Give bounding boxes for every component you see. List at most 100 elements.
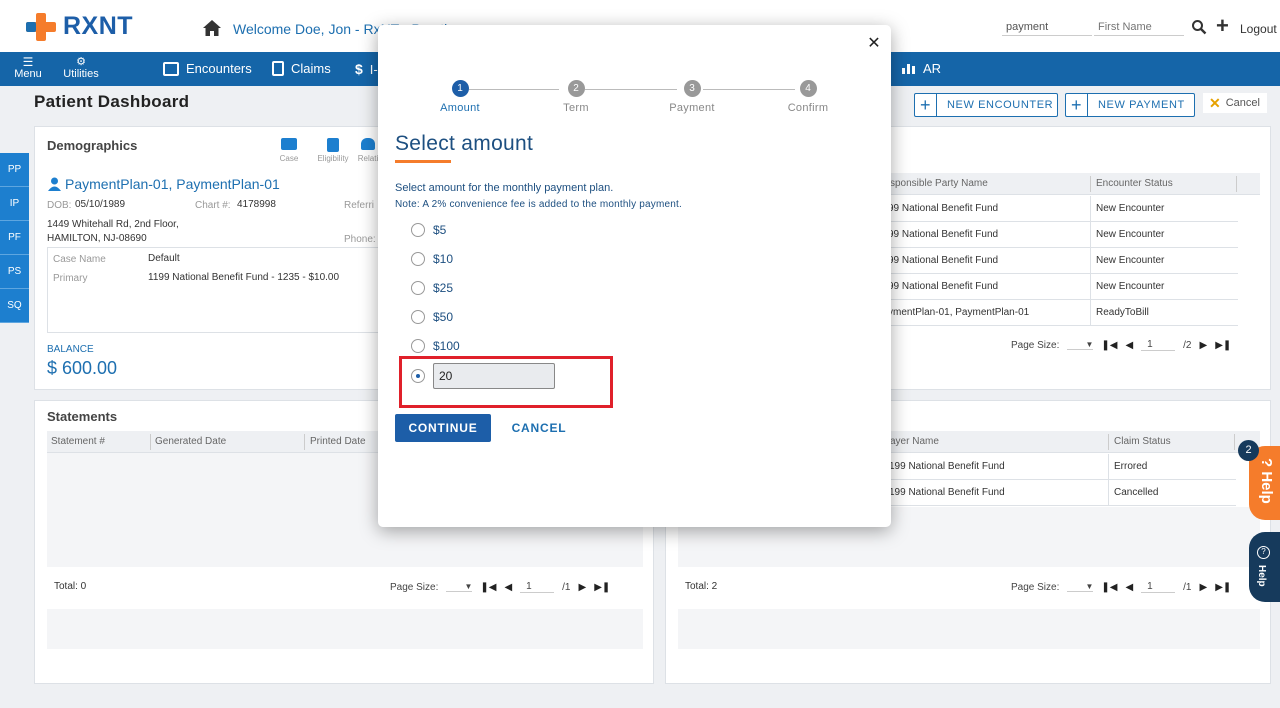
side-tab-pp[interactable]: PP <box>0 153 29 187</box>
id-card-icon <box>163 61 179 76</box>
relationship-icon-button[interactable]: Relati <box>357 138 379 163</box>
payer-name-header[interactable]: ayer Name <box>890 436 939 447</box>
chart-value: 4178998 <box>237 199 276 210</box>
step-payment[interactable]: 3 Payment <box>662 80 722 114</box>
demographics-title: Demographics <box>47 138 138 153</box>
amount-option-5[interactable]: $5 <box>411 223 446 237</box>
menu-button[interactable]: ☰ Menu <box>14 56 42 80</box>
printed-date-header[interactable]: Printed Date <box>310 436 366 447</box>
continue-button[interactable]: CONTINUE <box>395 414 491 442</box>
close-icon[interactable]: ✕ <box>865 35 883 53</box>
page-number-input[interactable]: 1 <box>1141 581 1176 593</box>
statements-total: Total: 0 <box>54 581 87 592</box>
new-payment-button[interactable]: + NEW PAYMENT <box>1065 93 1195 117</box>
logout-link[interactable]: Logout <box>1240 22 1277 36</box>
add-icon[interactable]: + <box>1216 15 1229 37</box>
radio-button[interactable] <box>411 310 425 324</box>
side-tab-sq[interactable]: SQ <box>0 289 29 323</box>
last-page-icon[interactable]: ▶❚ <box>1215 582 1231 593</box>
side-tab-pf[interactable]: PF <box>0 221 29 255</box>
step-confirm[interactable]: 4 Confirm <box>778 80 838 114</box>
rxnt-logo[interactable]: RXNT <box>26 12 133 41</box>
statements-pager: Page Size: ▼ ❚◀ ◀ 1 /1 ▶ ▶❚ <box>390 581 610 593</box>
first-page-icon[interactable]: ❚◀ <box>480 582 496 593</box>
nav-encounters[interactable]: Encounters <box>163 61 252 76</box>
eligibility-icon-button[interactable]: Eligibility <box>313 138 353 163</box>
radio-button[interactable] <box>411 281 425 295</box>
new-encounter-button[interactable]: + NEW ENCOUNTER <box>914 93 1058 117</box>
nav-payments-label: I- <box>369 61 378 77</box>
case-icon-button[interactable]: Case <box>279 138 299 163</box>
amount-option-100[interactable]: $100 <box>411 339 460 353</box>
eligibility-label: Eligibility <box>317 154 349 163</box>
page-size-select[interactable]: ▼ <box>1067 582 1094 592</box>
page-size-select[interactable]: ▼ <box>446 582 473 592</box>
help-orange-label: ? Help <box>1258 458 1275 504</box>
highlight-annotation-box <box>399 356 613 408</box>
page-number-input[interactable]: 1 <box>1141 339 1176 351</box>
next-page-icon[interactable]: ▶ <box>1200 582 1208 593</box>
first-page-icon[interactable]: ❚◀ <box>1101 582 1117 593</box>
dollar-icon: $ <box>355 61 363 77</box>
step-amount[interactable]: 1 Amount <box>430 80 490 114</box>
claim-status-header[interactable]: Claim Status <box>1114 436 1171 447</box>
side-tab-ps[interactable]: PS <box>0 255 29 289</box>
title-underline <box>395 160 451 163</box>
payment-plan-dialog: ✕ 1 Amount 2 Term 3 Payment 4 Confirm Se… <box>378 25 891 527</box>
step-label: Term <box>563 102 589 114</box>
plus-icon: + <box>1066 94 1088 116</box>
header-first-name-input[interactable] <box>1094 18 1184 36</box>
nav-claims[interactable]: Claims <box>272 61 331 76</box>
dialog-note: Note: A 2% convenience fee is added to t… <box>395 199 682 210</box>
home-icon[interactable] <box>202 18 222 38</box>
encounter-status-header[interactable]: Encounter Status <box>1096 178 1173 189</box>
responsible-party-cell: 99 National Benefit Fund <box>888 255 999 266</box>
case-label: Case <box>279 154 299 163</box>
next-page-icon[interactable]: ▶ <box>579 582 587 593</box>
amount-option-label: $25 <box>433 281 454 295</box>
step-label: Payment <box>669 102 715 114</box>
plus-icon: + <box>915 94 937 116</box>
responsible-party-cell: 99 National Benefit Fund <box>888 229 999 240</box>
nav-encounters-label: Encounters <box>186 61 252 76</box>
new-encounter-label: NEW ENCOUNTER <box>947 99 1054 111</box>
payer-name-cell: 199 National Benefit Fund <box>889 487 1005 498</box>
search-icon[interactable] <box>1191 19 1207 35</box>
side-tab-ip[interactable]: IP <box>0 187 29 221</box>
nav-payments[interactable]: $ I- <box>355 61 378 77</box>
prev-page-icon[interactable]: ◀ <box>1125 340 1133 351</box>
first-page-icon[interactable]: ❚◀ <box>1101 340 1117 351</box>
amount-option-50[interactable]: $50 <box>411 310 453 324</box>
responsible-party-header[interactable]: sponsible Party Name <box>890 178 988 189</box>
cancel-button[interactable]: CANCEL <box>505 414 573 442</box>
next-page-icon[interactable]: ▶ <box>1200 340 1208 351</box>
step-term[interactable]: 2 Term <box>546 80 606 114</box>
generated-date-header[interactable]: Generated Date <box>155 436 226 447</box>
statement-number-header[interactable]: Statement # <box>51 436 105 447</box>
last-page-icon[interactable]: ▶❚ <box>1215 340 1231 351</box>
prev-page-icon[interactable]: ◀ <box>1125 582 1133 593</box>
amount-option-10[interactable]: $10 <box>411 252 453 266</box>
utilities-button[interactable]: ⚙ Utilities <box>62 56 100 80</box>
dob-label: DOB: <box>47 200 72 211</box>
amount-option-label: $10 <box>433 252 454 266</box>
header-search-input[interactable] <box>1002 18 1092 36</box>
page-number-input[interactable]: 1 <box>520 581 555 593</box>
utilities-label: Utilities <box>63 68 99 80</box>
page-size-label: Page Size: <box>390 581 439 593</box>
balance-value: $ 600.00 <box>47 358 118 378</box>
patient-name-link[interactable]: PaymentPlan-01, PaymentPlan-01 <box>65 176 280 192</box>
page-size-select[interactable]: ▼ <box>1067 340 1094 350</box>
dob-value: 05/10/1989 <box>75 199 126 210</box>
referring-label: Referri <box>344 200 375 211</box>
prev-page-icon[interactable]: ◀ <box>504 582 512 593</box>
radio-button[interactable] <box>411 252 425 266</box>
radio-button[interactable] <box>411 223 425 237</box>
radio-button[interactable] <box>411 339 425 353</box>
last-page-icon[interactable]: ▶❚ <box>594 582 610 593</box>
claims-footer-area <box>678 609 1260 649</box>
cancel-button[interactable]: ✕ Cancel <box>1203 93 1267 113</box>
amount-option-25[interactable]: $25 <box>411 281 453 295</box>
nav-ar[interactable]: AR <box>901 61 941 76</box>
clipboard-check-icon <box>327 138 339 152</box>
